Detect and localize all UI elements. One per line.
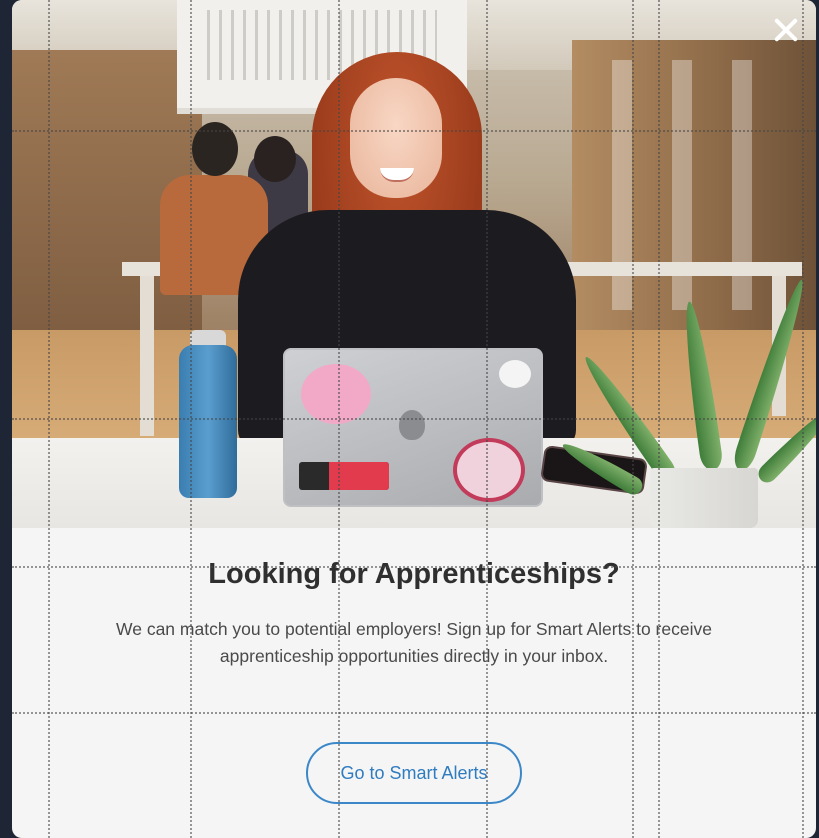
hero-image — [12, 0, 816, 528]
go-to-smart-alerts-button[interactable]: Go to Smart Alerts — [306, 742, 522, 804]
modal-description: We can match you to potential employers!… — [116, 619, 712, 666]
modal-content: Looking for Apprenticeships? We can matc… — [12, 528, 816, 838]
close-button[interactable] — [770, 14, 802, 46]
modal-title: Looking for Apprenticeships? — [208, 558, 620, 590]
apprenticeship-modal: Looking for Apprenticeships? We can matc… — [12, 0, 816, 838]
